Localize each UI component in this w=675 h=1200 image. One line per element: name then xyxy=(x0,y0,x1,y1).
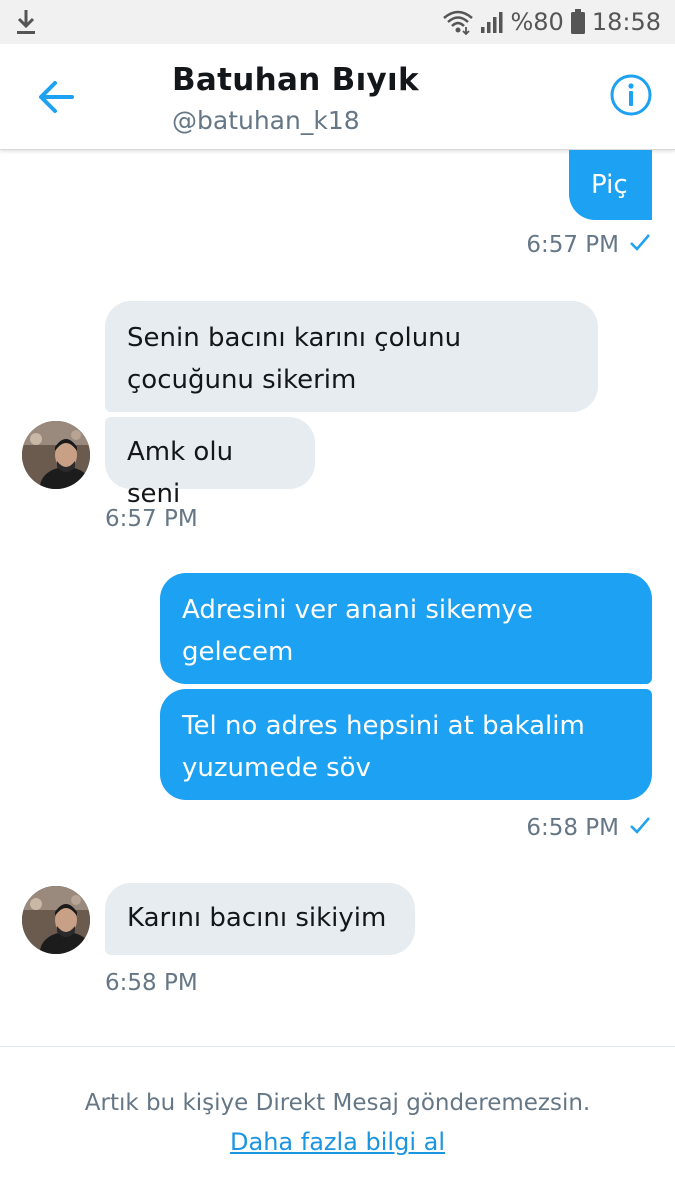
contact-handle: @batuhan_k18 xyxy=(172,106,360,135)
arrow-left-icon xyxy=(36,79,76,119)
learn-more-link[interactable]: Daha fazla bilgi al xyxy=(230,1128,445,1156)
signal-icon xyxy=(480,10,504,34)
learn-more: Daha fazla bilgi al xyxy=(0,1128,675,1156)
download-icon xyxy=(14,8,38,36)
clock: 18:58 xyxy=(591,8,661,36)
message-text: Amk olu seni xyxy=(127,437,234,509)
message-text: Adresini ver anani sikemye gelecem xyxy=(182,595,533,667)
timestamp-text: 6:58 PM xyxy=(105,970,198,996)
battery-percent: %80 xyxy=(510,8,564,36)
wifi-icon xyxy=(442,9,474,35)
back-button[interactable] xyxy=(30,74,82,124)
message-timestamp: 6:58 PM xyxy=(526,815,651,841)
avatar[interactable] xyxy=(22,421,90,489)
footer-divider xyxy=(0,1046,675,1047)
conversation-header: Batuhan Bıyık @batuhan_k18 xyxy=(0,44,675,150)
avatar[interactable] xyxy=(22,886,90,954)
info-icon xyxy=(609,73,653,121)
timestamp-text: 6:58 PM xyxy=(526,815,619,841)
received-message[interactable]: Amk olu seni xyxy=(105,417,315,509)
info-button[interactable] xyxy=(606,72,656,122)
timestamp-text: 6:57 PM xyxy=(105,506,198,532)
contact-name: Batuhan Bıyık xyxy=(172,62,419,98)
checkmark-icon xyxy=(629,232,651,258)
message-text: Karını bacını sikiyim xyxy=(127,903,387,933)
message-text: Tel no adres hepsini at bakalim yuzumede… xyxy=(182,711,585,783)
message-text: Piç xyxy=(591,170,628,200)
message-text: Senin bacını karını çolunu çocuğunu sike… xyxy=(127,323,462,395)
battery-icon xyxy=(570,9,586,35)
message-timestamp: 6:57 PM xyxy=(526,232,651,258)
timestamp-text: 6:57 PM xyxy=(526,232,619,258)
dm-disabled-notice: Artık bu kişiye Direkt Mesaj gönderemezs… xyxy=(84,1090,591,1116)
message-timestamp: 6:57 PM xyxy=(105,506,198,532)
sent-message[interactable]: Tel no adres hepsini at bakalim yuzumede… xyxy=(160,689,652,800)
checkmark-icon xyxy=(629,815,651,841)
message-timestamp: 6:58 PM xyxy=(105,970,198,996)
received-message[interactable]: Senin bacını karını çolunu çocuğunu sike… xyxy=(105,301,598,412)
status-indicators: %80 18:58 xyxy=(442,6,661,38)
received-message[interactable]: Karını bacını sikiyim xyxy=(105,883,415,955)
status-bar: %80 18:58 xyxy=(0,0,675,44)
sent-message[interactable]: Piç xyxy=(569,150,652,220)
sent-message[interactable]: Adresini ver anani sikemye gelecem xyxy=(160,573,652,684)
